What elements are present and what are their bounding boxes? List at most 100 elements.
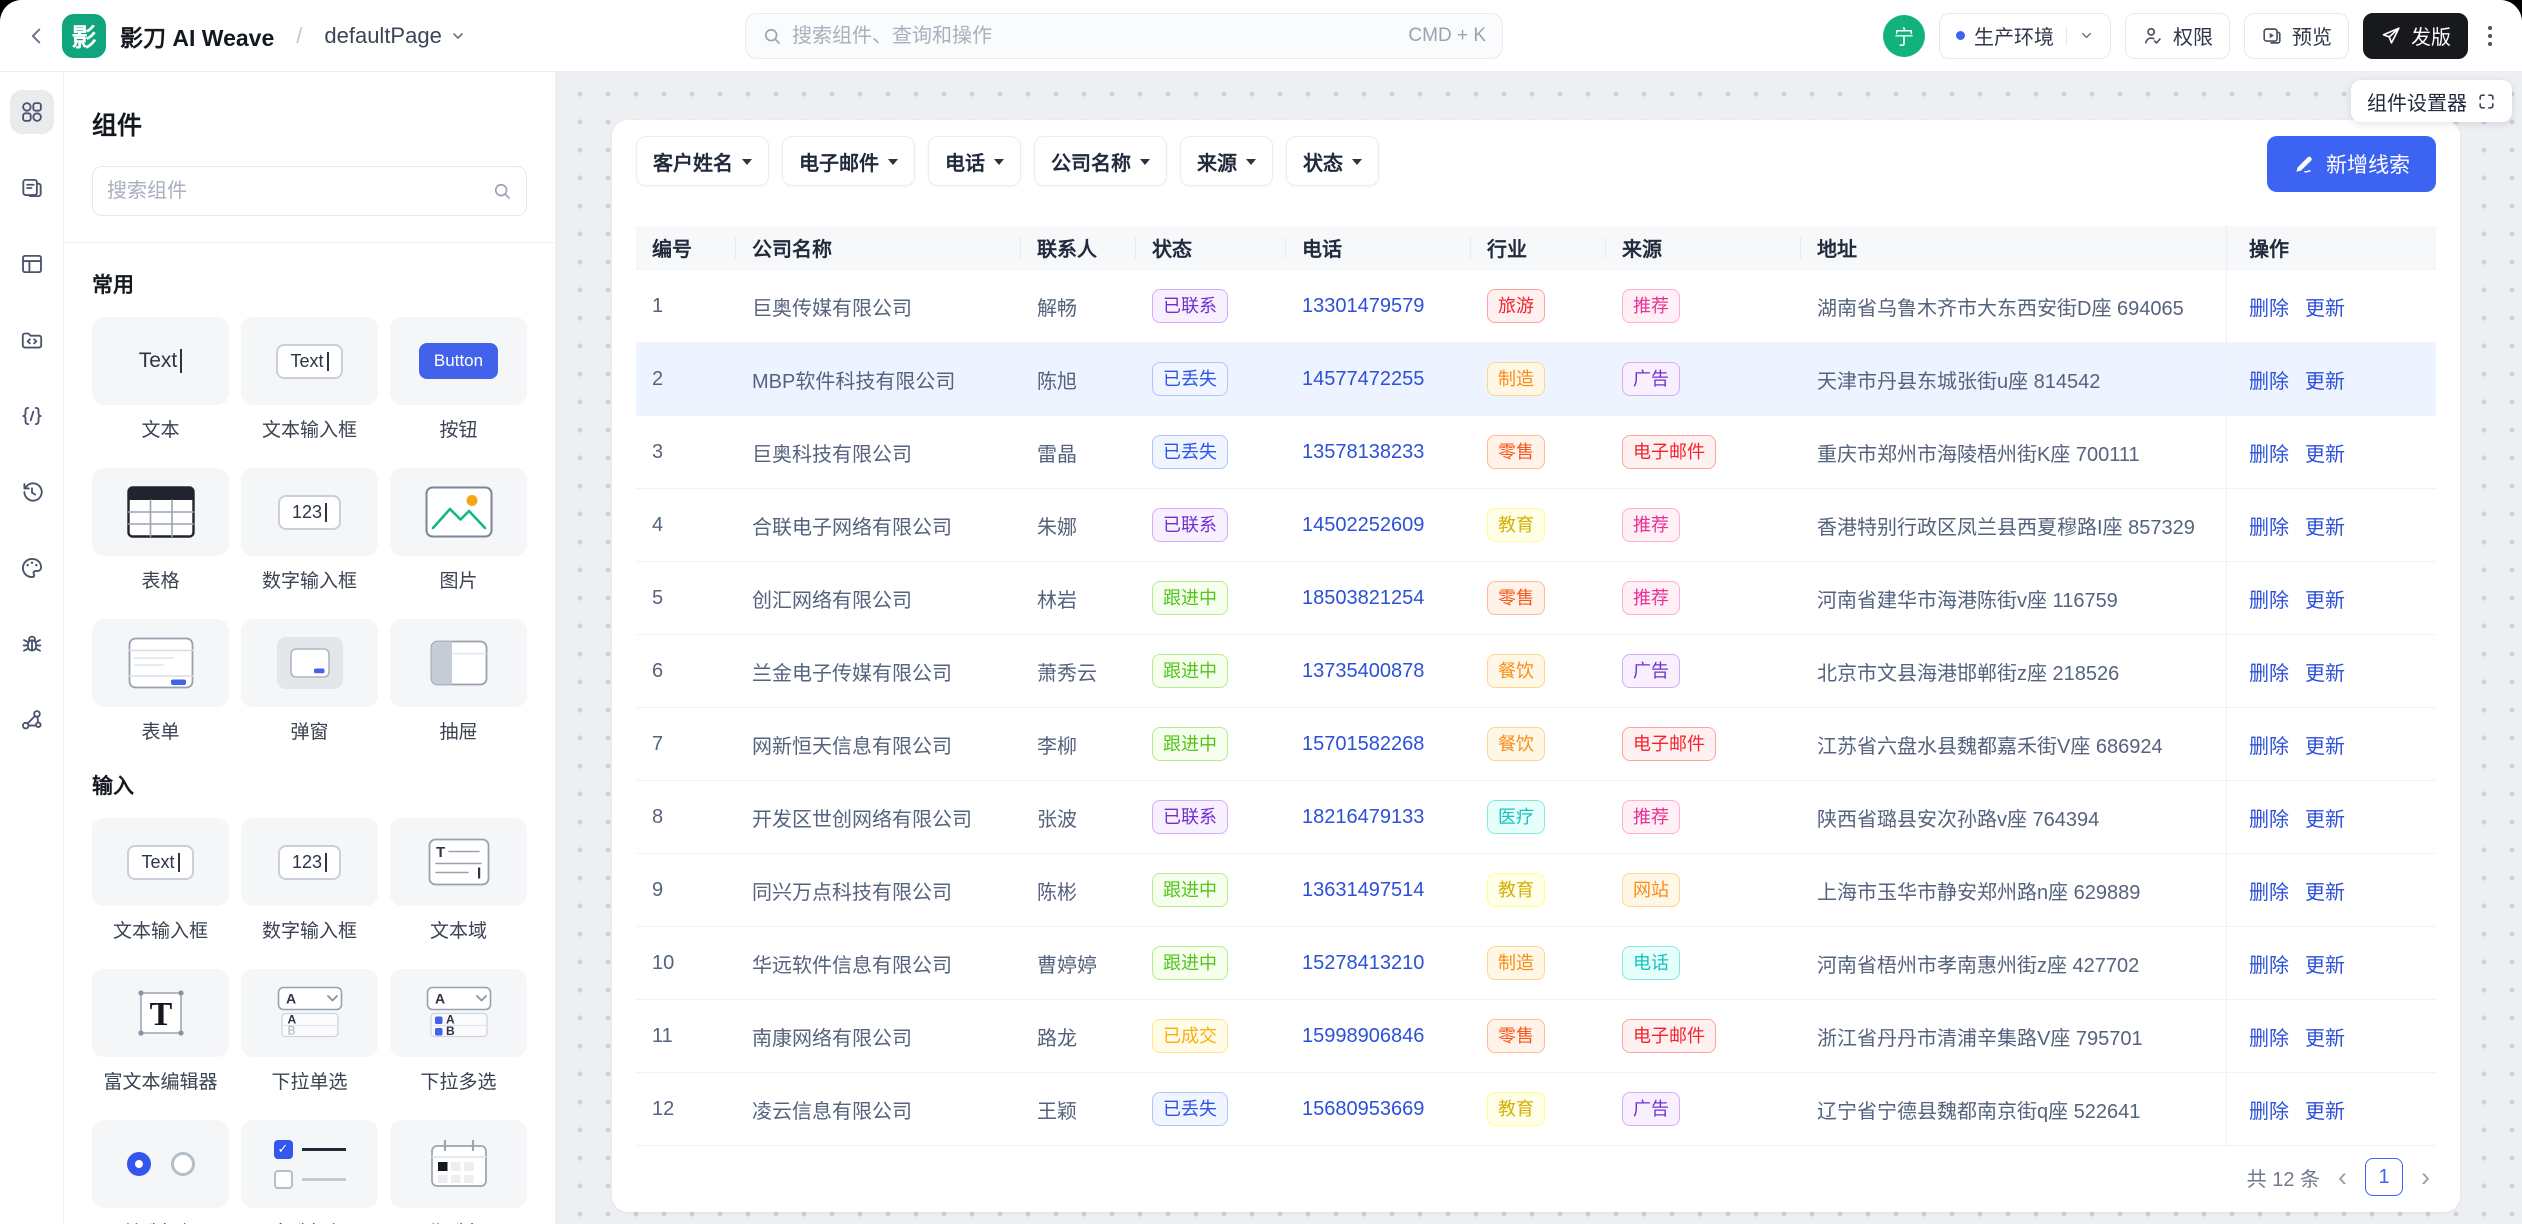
layout-icon[interactable] bbox=[10, 242, 54, 286]
component-tile-modal[interactable]: 弹窗 bbox=[241, 619, 378, 744]
component-tile-select-multi[interactable]: AAB下拉多选 bbox=[390, 969, 527, 1094]
update-link[interactable]: 更新 bbox=[2305, 1022, 2345, 1051]
prev-page-button[interactable]: ‹ bbox=[2336, 1164, 2349, 1191]
pages-icon[interactable] bbox=[10, 166, 54, 210]
next-page-button[interactable]: › bbox=[2419, 1164, 2432, 1191]
send-icon bbox=[2380, 25, 2402, 47]
update-link[interactable]: 更新 bbox=[2305, 949, 2345, 978]
more-menu-button[interactable] bbox=[2482, 20, 2498, 52]
component-tile-button[interactable]: Button按钮 bbox=[390, 317, 527, 442]
component-tile-number-input[interactable]: 123数字输入框 bbox=[241, 818, 378, 943]
code-files-icon[interactable] bbox=[10, 318, 54, 362]
table-row[interactable]: 10华远软件信息有限公司曹婷婷跟进中15278413210制造电话河南省梧州市孝… bbox=[636, 927, 2226, 1000]
tile-label: 数字输入框 bbox=[241, 916, 378, 943]
delete-link[interactable]: 删除 bbox=[2249, 949, 2289, 978]
component-tile-text-input[interactable]: Text文本输入框 bbox=[241, 317, 378, 442]
component-search-input[interactable] bbox=[107, 180, 484, 203]
filter-chip[interactable]: 客户姓名 bbox=[636, 136, 769, 186]
delete-link[interactable]: 删除 bbox=[2249, 292, 2289, 321]
component-tile-form[interactable]: 表单 bbox=[92, 619, 229, 744]
update-link[interactable]: 更新 bbox=[2305, 292, 2345, 321]
update-link[interactable]: 更新 bbox=[2305, 876, 2345, 905]
filter-chip[interactable]: 公司名称 bbox=[1034, 136, 1167, 186]
back-button[interactable] bbox=[26, 25, 48, 47]
table-row[interactable]: 1巨奥传媒有限公司解畅已联系13301479579旅游推荐湖南省乌鲁木齐市大东西… bbox=[636, 270, 2226, 343]
component-tile-drawer[interactable]: 抽屉 bbox=[390, 619, 527, 744]
table-row[interactable]: 6兰金电子传媒有限公司萧秀云跟进中13735400878餐饮广告北京市文县海港邯… bbox=[636, 635, 2226, 708]
component-tile-textarea[interactable]: T文本域 bbox=[390, 818, 527, 943]
component-tile-date-picker[interactable]: 日期选择器 bbox=[390, 1120, 527, 1224]
update-link[interactable]: 更新 bbox=[2305, 1095, 2345, 1124]
button-icon: Button bbox=[390, 317, 527, 405]
component-tile-text[interactable]: Text文本 bbox=[92, 317, 229, 442]
filter-chip[interactable]: 电子邮件 bbox=[782, 136, 915, 186]
delete-link[interactable]: 删除 bbox=[2249, 511, 2289, 540]
component-tile-richtext[interactable]: T富文本编辑器 bbox=[92, 969, 229, 1094]
component-settings-toggle[interactable]: 组件设置器 bbox=[2351, 80, 2512, 122]
component-tile-table[interactable]: 表格 bbox=[92, 468, 229, 593]
current-page[interactable]: 1 bbox=[2365, 1158, 2403, 1196]
delete-link[interactable]: 删除 bbox=[2249, 730, 2289, 759]
table-row[interactable]: 11南康网络有限公司路龙已成交15998906846零售电子邮件浙江省丹丹市清浦… bbox=[636, 1000, 2226, 1073]
table-row[interactable]: 5创汇网络有限公司林岩跟进中18503821254零售推荐河南省建华市海港陈街v… bbox=[636, 562, 2226, 635]
table-main: 编号公司名称联系人状态电话行业来源地址1巨奥传媒有限公司解畅已联系1330147… bbox=[636, 226, 2226, 1146]
component-tile-number-input[interactable]: 123数字输入框 bbox=[241, 468, 378, 593]
page-selector[interactable]: defaultPage bbox=[324, 23, 465, 49]
delete-link[interactable]: 删除 bbox=[2249, 1022, 2289, 1051]
tag-badge: 网站 bbox=[1622, 873, 1680, 907]
table-row[interactable]: 12凌云信息有限公司王颖已丢失15680953669教育广告辽宁省宁德县魏都南京… bbox=[636, 1073, 2226, 1146]
delete-link[interactable]: 删除 bbox=[2249, 438, 2289, 467]
delete-link[interactable]: 删除 bbox=[2249, 584, 2289, 613]
phone-cell: 13631497514 bbox=[1286, 879, 1471, 902]
global-search-input[interactable] bbox=[792, 25, 1398, 48]
company-cell: 创汇网络有限公司 bbox=[736, 584, 1021, 613]
table-row[interactable]: 8开发区世创网络有限公司张波已联系18216479133医疗推荐陕西省璐县安次孙… bbox=[636, 781, 2226, 854]
environment-selector[interactable]: 生产环境 bbox=[1939, 13, 2111, 59]
table-row[interactable]: 7网新恒天信息有限公司李柳跟进中15701582268餐饮电子邮件江苏省六盘水县… bbox=[636, 708, 2226, 781]
component-tile-radio-group[interactable]: 单选框组 bbox=[92, 1120, 229, 1224]
user-avatar[interactable]: 宁 bbox=[1883, 15, 1925, 57]
preview-button[interactable]: 预览 bbox=[2244, 13, 2349, 59]
filter-chip-label: 公司名称 bbox=[1051, 147, 1131, 176]
update-link[interactable]: 更新 bbox=[2305, 730, 2345, 759]
publish-button[interactable]: 发版 bbox=[2363, 13, 2468, 59]
table-row[interactable]: 4合联电子网络有限公司朱娜已联系14502252609教育推荐香港特别行政区凤兰… bbox=[636, 489, 2226, 562]
component-tile-image[interactable]: 图片 bbox=[390, 468, 527, 593]
table-row[interactable]: 3巨奥科技有限公司雷晶已丢失13578138233零售电子邮件重庆市郑州市海陵梧… bbox=[636, 416, 2226, 489]
filter-chip[interactable]: 状态 bbox=[1286, 136, 1379, 186]
delete-link[interactable]: 删除 bbox=[2249, 1095, 2289, 1124]
update-link[interactable]: 更新 bbox=[2305, 438, 2345, 467]
theme-icon[interactable] bbox=[10, 546, 54, 590]
flow-icon[interactable] bbox=[10, 698, 54, 742]
source-cell: 广告 bbox=[1606, 362, 1801, 396]
global-search[interactable]: CMD + K bbox=[745, 13, 1503, 59]
update-link[interactable]: 更新 bbox=[2305, 657, 2345, 686]
delete-link[interactable]: 删除 bbox=[2249, 657, 2289, 686]
component-tile-text-input[interactable]: Text文本输入框 bbox=[92, 818, 229, 943]
debug-icon[interactable] bbox=[10, 622, 54, 666]
canvas[interactable]: 组件设置器 客户姓名电子邮件电话 公司名称 来源状态 新增线索 编号公司名称联系人状… bbox=[556, 72, 2522, 1224]
tag-badge: 推荐 bbox=[1622, 289, 1680, 323]
delete-link[interactable]: 删除 bbox=[2249, 876, 2289, 905]
update-link[interactable]: 更新 bbox=[2305, 584, 2345, 613]
filter-chip[interactable]: 电话 bbox=[928, 136, 1021, 186]
filter-chip[interactable]: 来源 bbox=[1180, 136, 1273, 186]
update-link[interactable]: 更新 bbox=[2305, 365, 2345, 394]
industry-cell: 餐饮 bbox=[1471, 727, 1606, 761]
row-id: 1 bbox=[636, 295, 736, 318]
permissions-button[interactable]: 权限 bbox=[2125, 13, 2230, 59]
component-tile-select-single[interactable]: AAB下拉单选 bbox=[241, 969, 378, 1094]
update-link[interactable]: 更新 bbox=[2305, 803, 2345, 832]
component-search[interactable] bbox=[92, 166, 527, 216]
tag-badge: 广告 bbox=[1622, 654, 1680, 688]
code-icon[interactable] bbox=[10, 394, 54, 438]
components-icon[interactable] bbox=[10, 90, 54, 134]
table-row[interactable]: 2MBP软件科技有限公司陈旭已丢失14577472255制造广告天津市丹县东城张… bbox=[636, 343, 2226, 416]
delete-link[interactable]: 删除 bbox=[2249, 365, 2289, 394]
table-row[interactable]: 9同兴万点科技有限公司陈彬跟进中13631497514教育网站上海市玉华市静安郑… bbox=[636, 854, 2226, 927]
update-link[interactable]: 更新 bbox=[2305, 511, 2345, 540]
history-icon[interactable] bbox=[10, 470, 54, 514]
add-lead-button[interactable]: 新增线索 bbox=[2267, 136, 2436, 192]
delete-link[interactable]: 删除 bbox=[2249, 803, 2289, 832]
component-tile-checkbox-group[interactable]: ✓多选框组 bbox=[241, 1120, 378, 1224]
